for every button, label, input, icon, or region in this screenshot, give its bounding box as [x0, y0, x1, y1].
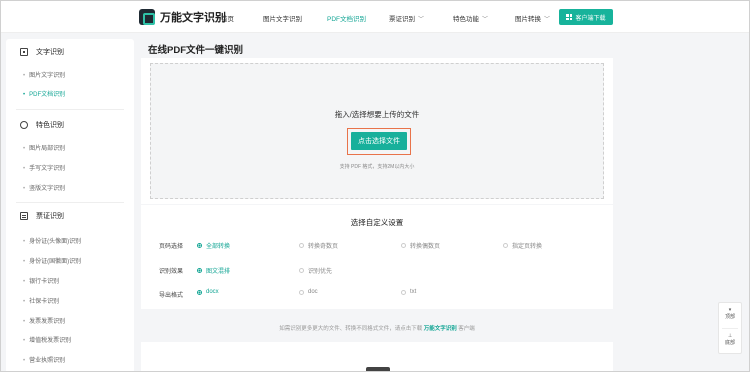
export-format-label: 导出格式: [159, 293, 184, 299]
top-navbar: 万能文字识别 首页 图片文字识别 PDF文档识别 票证识别 ﹀ 特色功能 ﹀ 图片转…: [1, 1, 749, 33]
sidebar-item-invoice[interactable]: 发票发票识别: [23, 316, 65, 325]
browser-frame: 万能文字识别 首页 图片文字识别 PDF文档识别 票证识别 ﹀ 特色功能 ﹀ 图片转…: [0, 0, 750, 372]
radio-icon: [299, 243, 304, 248]
ocr-effect-label: 识别效果: [159, 269, 184, 275]
radio-all-pages[interactable]: 全部转换: [197, 241, 230, 250]
app-name: 万能文字识别: [160, 12, 226, 24]
radio-recognition-first[interactable]: 识别优先: [299, 266, 332, 275]
chevron-down-icon: ﹀: [544, 17, 551, 23]
sidebar-item-bankcard[interactable]: 银行卡识别: [23, 276, 59, 285]
radio-docx[interactable]: docx: [197, 289, 219, 295]
radio-icon: [197, 268, 202, 273]
sidebar-group-text-ocr: 文字识别: [20, 47, 64, 57]
sidebar-divider: [16, 202, 124, 203]
radio-icon: [197, 289, 202, 295]
sidebar: 文字识别 图片文字识别 PDF文档识别 特色识别 图片局部识别 手写文字识别 竖…: [6, 39, 134, 371]
sidebar-item-partial-ocr[interactable]: 图片局部识别: [23, 143, 65, 152]
client-download-link[interactable]: 万能文字识别: [424, 326, 457, 332]
radio-icon: [401, 289, 406, 295]
settings-card: 选择自定义设置 页码选择 全部转换 转换奇数页 转换偶数页 指定页转换 识别效果…: [141, 205, 613, 309]
sidebar-item-social-card[interactable]: 社保卡识别: [23, 296, 59, 305]
upload-prompt: 拖入/选择想要上传的文件: [334, 110, 420, 119]
arrow-up-icon: ▾: [728, 307, 732, 313]
nav-item-home[interactable]: 首页: [221, 13, 234, 23]
chevron-down-icon: ﹀: [418, 17, 425, 23]
page-title: 在线PDF文件一键识别: [148, 45, 244, 56]
nav-item-image-convert[interactable]: 图片转换 ﹀: [515, 13, 550, 23]
bottom-panel: [141, 342, 613, 371]
radio-odd-pages[interactable]: 转换奇数页: [299, 241, 338, 250]
sidebar-item-vat-invoice[interactable]: 增值税发票识别: [23, 335, 71, 344]
radio-icon: [503, 243, 508, 248]
sidebar-item-idcard-back[interactable]: 身份证(国徽面)识别: [23, 256, 81, 265]
nav-item-features[interactable]: 特色功能 ﹀: [453, 13, 488, 23]
sidebar-item-business-license[interactable]: 营业执照识别: [23, 355, 65, 364]
radio-icon: [299, 268, 304, 273]
star-icon: [20, 121, 28, 129]
card-icon: [20, 212, 28, 220]
scroll-bottom-button[interactable]: ⊥ 底部: [719, 333, 741, 347]
sidebar-item-pdf-ocr[interactable]: PDF文档识别: [23, 89, 65, 98]
nav-item-image-ocr[interactable]: 图片文字识别: [263, 13, 302, 23]
logo-icon: [139, 9, 155, 25]
sidebar-item-handwriting-ocr[interactable]: 手写文字识别: [23, 163, 65, 172]
divider: [722, 328, 738, 329]
sidebar-divider: [16, 109, 124, 110]
radio-icon: [299, 289, 304, 295]
radio-mixed-layout[interactable]: 图文混排: [197, 266, 230, 275]
windows-icon: [566, 14, 573, 20]
sidebar-item-idcard-front[interactable]: 身份证(头像面)识别: [23, 236, 81, 245]
scroll-controls: ▾ 顶部 ⊥ 底部: [718, 302, 742, 354]
arrow-down-icon: ⊥: [727, 333, 733, 339]
app-logo[interactable]: 万能文字识别: [139, 9, 226, 25]
radio-icon: [401, 243, 406, 248]
nav-item-ticket-ocr[interactable]: 票证识别 ﹀: [389, 13, 424, 23]
sidebar-item-vertical-ocr[interactable]: 竖版文字识别: [23, 183, 65, 192]
client-download-button[interactable]: 客户端下载: [559, 9, 613, 25]
radio-specific-pages[interactable]: 指定页转换: [503, 241, 542, 250]
page-select-label: 页码选择: [159, 244, 184, 250]
choose-file-button[interactable]: 点击选择文件: [351, 132, 407, 150]
radio-even-pages[interactable]: 转换偶数页: [401, 241, 440, 250]
nav-item-pdf-ocr[interactable]: PDF文档识别: [327, 13, 366, 23]
radio-icon: [197, 243, 202, 248]
radio-txt[interactable]: txt: [401, 289, 416, 295]
chevron-down-icon: ﹀: [482, 17, 489, 23]
file-drop-zone[interactable]: 拖入/选择想要上传的文件 点击选择文件 支持 PDF 格式，支持2M以内大小: [150, 63, 604, 199]
radio-doc[interactable]: doc: [299, 289, 318, 295]
scroll-top-button[interactable]: ▾ 顶部: [719, 307, 741, 321]
sidebar-group-ticket-ocr: 票证识别: [20, 211, 64, 221]
footer-note: 如需识别更多更大的文件、转换不同格式文件，请点击下载 万能文字识别 客户端: [279, 326, 475, 332]
upload-card: 拖入/选择想要上传的文件 点击选择文件 支持 PDF 格式，支持2M以内大小: [141, 58, 613, 204]
settings-title: 选择自定义设置: [350, 218, 404, 227]
upload-hint: 支持 PDF 格式，支持2M以内大小: [339, 164, 415, 170]
scan-icon: [20, 48, 28, 56]
sidebar-item-image-ocr[interactable]: 图片文字识别: [23, 70, 65, 79]
cut-off-heading: [366, 367, 390, 371]
sidebar-group-special-ocr: 特色识别: [20, 120, 64, 130]
